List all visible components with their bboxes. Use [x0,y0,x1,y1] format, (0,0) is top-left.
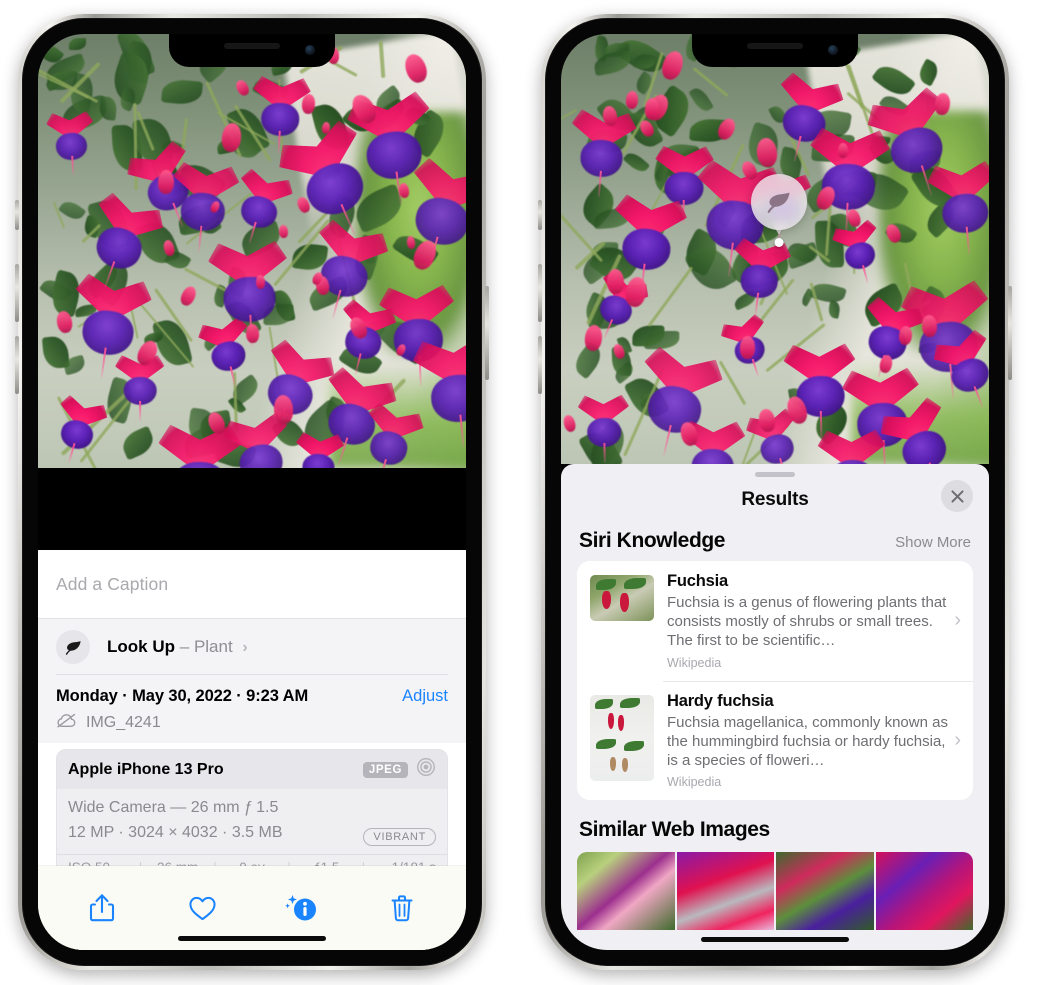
plant-foliage [561,34,989,464]
phone-right: Results Siri Knowledge Show More Fuchsia… [538,14,1012,970]
icloud-slash-icon [56,713,77,733]
results-title: Results [741,489,809,510]
visual-lookup-leaf-pin[interactable] [751,174,807,247]
silent-switch[interactable] [538,200,542,230]
look-up-label: Look Up – Plant › [107,637,248,657]
siri-knowledge-card: Fuchsia Fuchsia is a genus of flowering … [577,561,973,801]
result-description: Fuchsia magellanica, commonly known as t… [667,713,948,769]
section-title: Siri Knowledge [579,529,726,552]
camera-device-name: Apple iPhone 13 Pro [68,760,224,778]
share-icon[interactable] [80,886,124,930]
list-item[interactable]: Fuchsia Fuchsia is a genus of flowering … [577,561,973,681]
pin-anchor-dot [774,238,784,247]
siri-knowledge-header: Siri Knowledge Show More [561,523,989,561]
result-thumbnail [590,575,654,621]
photo-viewer[interactable] [38,34,466,468]
volume-up-button[interactable] [538,264,542,322]
show-more-button[interactable]: Show More [895,534,971,551]
list-item[interactable] [577,852,675,931]
list-item[interactable] [776,852,874,931]
photo-metadata: Monday · May 30, 2022 · 9:23 AM Adjust I… [38,675,466,744]
plant-foliage [38,34,466,468]
look-up-subject: Plant [193,637,233,657]
similar-web-images-header: Similar Web Images [561,800,989,852]
format-badge: JPEG [362,761,408,778]
results-header: Results [561,477,989,523]
list-item[interactable] [676,852,774,931]
notch [692,34,858,67]
sparkle-large-icon: ✦ [38,610,42,628]
list-item[interactable]: Hardy fuchsia Fuchsia magellanica, commo… [577,680,973,801]
home-indicator[interactable] [178,936,326,941]
notch [169,34,335,67]
result-thumbnail [590,694,654,781]
aperture-icon [416,757,436,782]
phone-left: Add a Caption ✦ ✦ Look Up – Plant › [15,14,489,970]
earpiece-speaker [747,43,803,49]
similar-web-images-grid [577,852,973,931]
leaf-icon [56,630,90,665]
chevron-right-icon: › [242,639,248,657]
photo-toolbar [38,866,466,950]
home-indicator[interactable] [701,937,849,942]
photo-filename: IMG_4241 [86,714,161,732]
silent-switch[interactable] [15,200,19,230]
result-text: Fuchsia Fuchsia is a genus of flowering … [667,572,954,670]
volume-up-button[interactable] [15,264,19,322]
screen-left: Add a Caption ✦ ✦ Look Up – Plant › [38,34,466,950]
camera-info-card: Apple iPhone 13 Pro JPEG Wide Camera — 2… [56,749,448,881]
trash-icon[interactable] [380,886,424,930]
look-up-row[interactable]: ✦ ✦ Look Up – Plant › [38,611,466,676]
camera-lens-line: Wide Camera — 26 mm ƒ 1.5 [68,799,279,817]
visual-lookup-results-sheet: Results Siri Knowledge Show More Fuchsia… [561,464,989,950]
photo-date: Monday · May 30, 2022 · 9:23 AM [56,687,309,706]
result-title: Fuchsia [667,572,728,590]
favorite-heart-icon[interactable] [180,886,224,930]
earpiece-speaker [224,43,280,49]
result-source: Wikipedia [667,655,722,670]
result-source: Wikipedia [667,775,722,790]
close-icon[interactable] [941,480,973,512]
leaf-icon[interactable] [751,174,807,230]
result-text: Hardy fuchsia Fuchsia magellanica, commo… [667,692,954,790]
power-button[interactable] [485,286,489,380]
result-title: Hardy fuchsia [667,691,774,710]
photo-viewer[interactable] [561,34,989,464]
front-camera-icon [828,45,838,55]
result-description: Fuchsia is a genus of flowering plants t… [667,594,947,650]
caption-input-placeholder[interactable]: Add a Caption [56,574,168,595]
look-up-title: Look Up [107,637,175,657]
power-button[interactable] [1008,286,1012,380]
section-title: Similar Web Images [579,818,770,842]
photographic-style-badge: VIBRANT [363,828,436,846]
photo-info-sheet: Add a Caption ✦ ✦ Look Up – Plant › [38,550,466,950]
look-up-dash: – [179,637,190,657]
caption-row[interactable]: Add a Caption [38,550,466,620]
chevron-right-icon: › [954,728,961,751]
volume-down-button[interactable] [15,336,19,394]
chevron-right-icon: › [954,609,961,632]
volume-down-button[interactable] [538,336,542,394]
screen-right: Results Siri Knowledge Show More Fuchsia… [561,34,989,950]
info-icon[interactable] [280,886,324,930]
adjust-button[interactable]: Adjust [402,687,448,706]
list-item[interactable] [875,852,973,931]
front-camera-icon [305,45,315,55]
